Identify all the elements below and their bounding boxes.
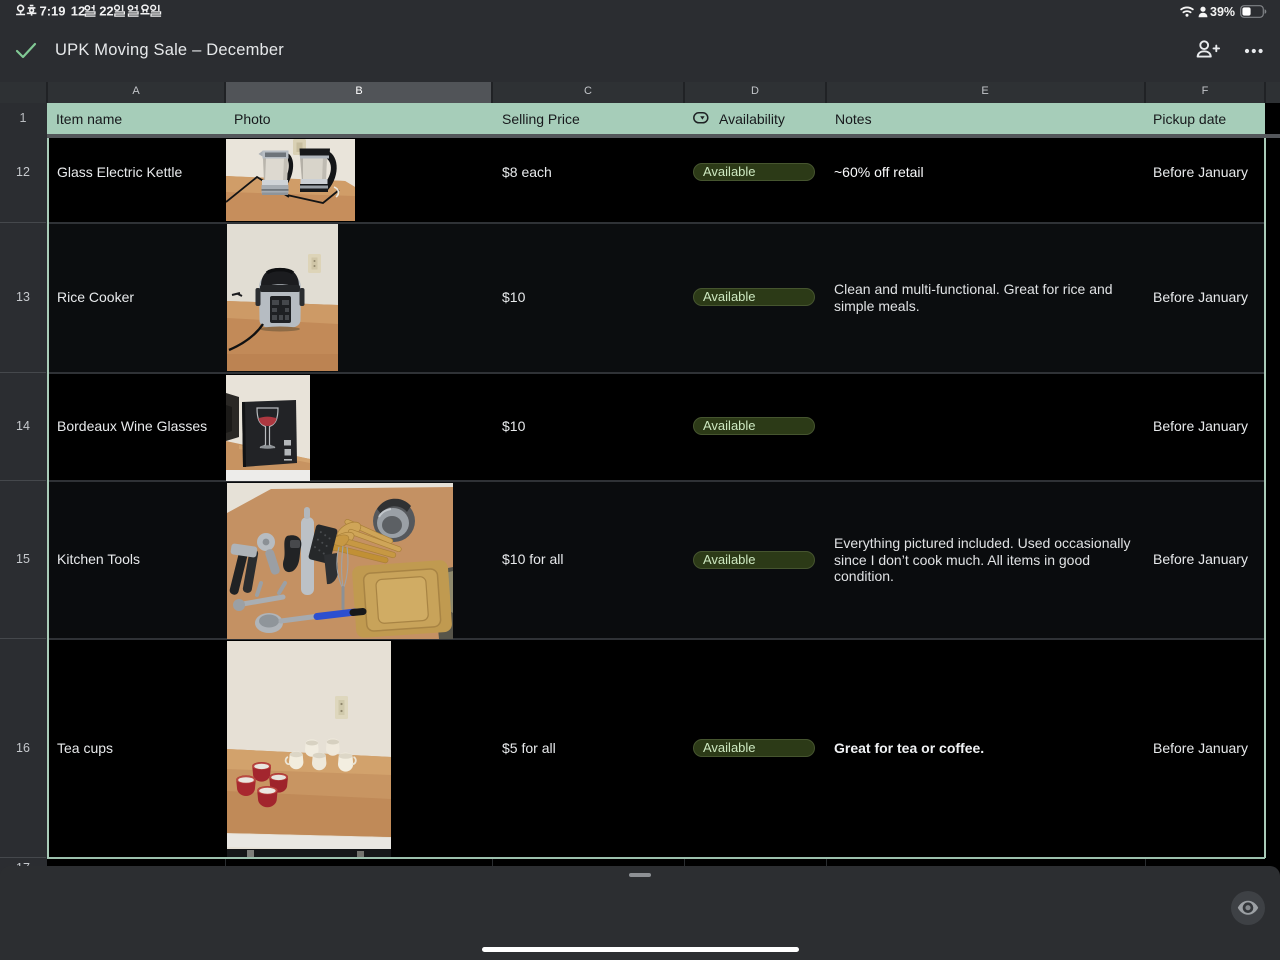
svg-text:7:19: 7:19	[40, 4, 66, 18]
svg-text:12: 12	[71, 4, 85, 18]
svg-text:22: 22	[99, 4, 113, 18]
